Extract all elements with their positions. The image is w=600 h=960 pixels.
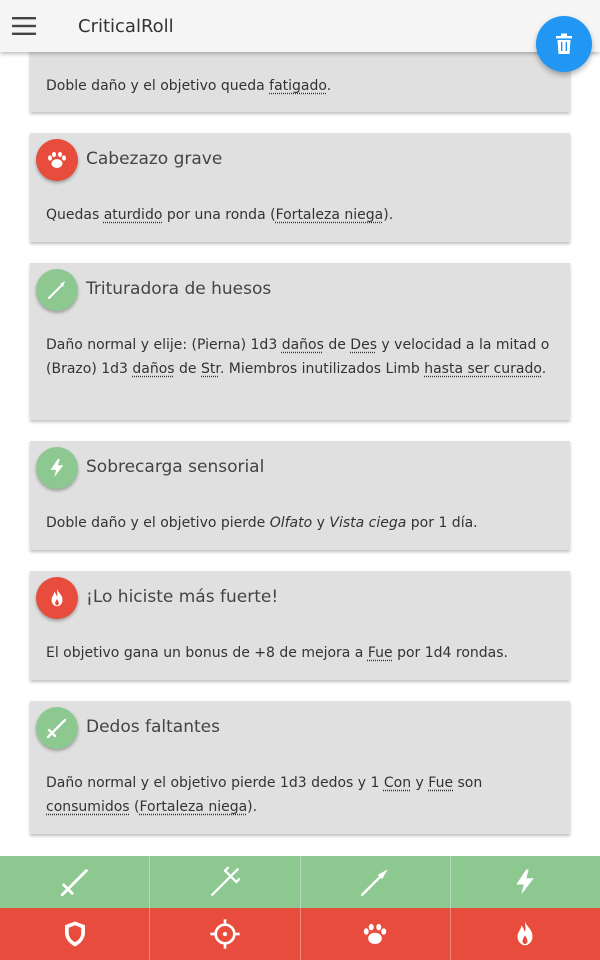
paw-filter-button[interactable]: [301, 908, 451, 960]
term-link[interactable]: fatigado: [269, 78, 327, 94]
critical-card[interactable]: Sobrecarga sensorial Doble daño y el obj…: [30, 441, 570, 550]
paw-icon: [363, 923, 387, 944]
card-description: Doble daño y el objetivo queda fatigado.: [46, 78, 332, 94]
card-description: Daño normal y el objetivo pierde 1d3 ded…: [46, 775, 483, 815]
hamburger-menu-icon[interactable]: [0, 0, 48, 52]
trident-icon: [210, 866, 241, 896]
weapon-type-toolbar: [0, 856, 600, 908]
term-link[interactable]: Fortaleza niega: [140, 799, 248, 815]
card-description: El objetivo gana un bonus de +8 de mejor…: [46, 645, 508, 661]
term-link[interactable]: Str: [201, 361, 220, 377]
card-title: Trituradora de huesos: [86, 279, 272, 299]
spear-icon: [36, 269, 78, 311]
spear-icon: [361, 869, 388, 897]
lightning-filter-button[interactable]: [451, 856, 600, 908]
spear-filter-button[interactable]: [301, 856, 451, 908]
flame-filter-button[interactable]: [451, 908, 600, 960]
shield-filter-button[interactable]: [0, 908, 151, 960]
sword-icon: [36, 707, 78, 749]
card-description: Daño normal y elije: (Pierna) 1d3 daños …: [46, 337, 550, 377]
critical-card[interactable]: Dedos faltantes Daño normal y el objetiv…: [30, 701, 570, 834]
term-link[interactable]: hasta ser curado: [424, 361, 542, 377]
term-link[interactable]: Fue: [428, 775, 453, 791]
term-link[interactable]: Fortaleza niega: [276, 207, 384, 223]
card-description: Doble daño y el objetivo pierde Olfato y…: [46, 515, 478, 531]
term-link[interactable]: aturdido: [104, 207, 163, 223]
term-link[interactable]: Des: [350, 337, 377, 353]
term-link[interactable]: consumidos: [46, 799, 130, 815]
critical-card[interactable]: Cabezazo grave Quedas aturdido por una r…: [30, 133, 570, 242]
sword-filter-button[interactable]: [0, 856, 151, 908]
damage-type-toolbar: [0, 908, 600, 960]
flame-icon: [517, 921, 533, 946]
term-link[interactable]: daños: [282, 337, 324, 353]
lightning-bolt-icon: [516, 869, 535, 895]
lightning-bolt-icon: [36, 447, 78, 489]
crosshair-filter-button[interactable]: [150, 908, 301, 960]
term-link[interactable]: daños: [132, 361, 174, 377]
card-title: Dedos faltantes: [86, 717, 220, 737]
trident-filter-button[interactable]: [150, 856, 301, 908]
trash-icon: [556, 33, 572, 54]
term-link[interactable]: Con: [384, 775, 411, 791]
app-title: CriticalRoll: [78, 15, 174, 37]
paw-icon: [36, 139, 78, 181]
card-title: Sobrecarga sensorial: [86, 457, 265, 477]
critical-card[interactable]: ¡Lo hiciste más fuerte! El objetivo gana…: [30, 571, 570, 680]
term-link[interactable]: Fue: [368, 645, 393, 661]
sword-icon: [60, 869, 88, 897]
critical-list[interactable]: Doble daño y el objetivo queda fatigado.…: [0, 0, 600, 855]
shield-icon: [64, 921, 85, 947]
card-title: Cabezazo grave: [86, 149, 223, 169]
card-description: Quedas aturdido por una ronda (Fortaleza…: [46, 207, 394, 223]
critical-card[interactable]: Trituradora de huesos Daño normal y elij…: [30, 263, 570, 420]
delete-fab-button[interactable]: [536, 16, 592, 72]
flame-icon: [36, 577, 78, 619]
card-title: ¡Lo hiciste más fuerte!: [86, 587, 279, 607]
crosshair-icon: [210, 919, 240, 949]
app-bar: CriticalRoll: [0, 0, 600, 52]
